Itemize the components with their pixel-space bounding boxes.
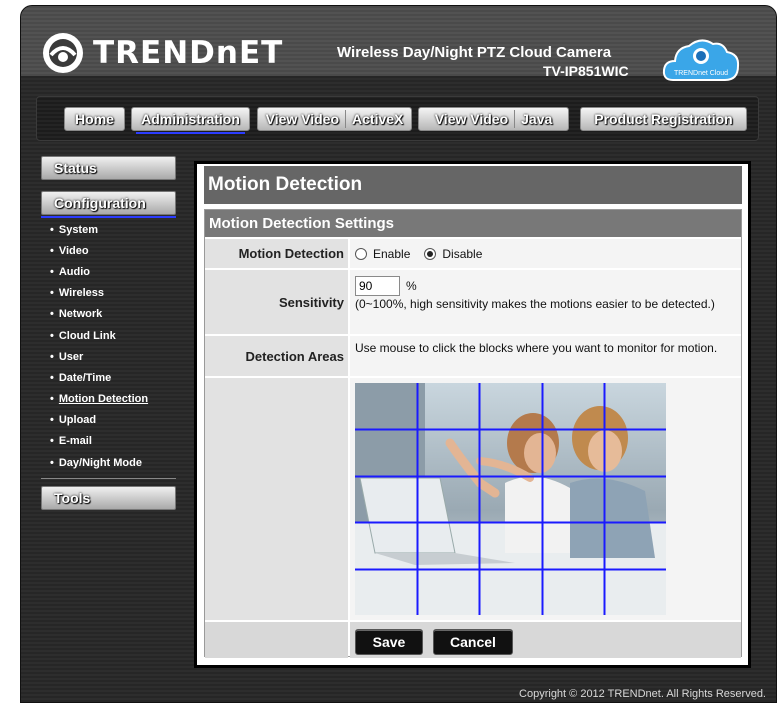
- camera-preview-image: [355, 383, 666, 615]
- nav-product-registration-button[interactable]: Product Registration: [580, 107, 747, 131]
- enable-label: Enable: [373, 246, 411, 261]
- cloud-badge-text: TRENDnet Cloud: [674, 70, 728, 77]
- sidebar-item-day-night-mode[interactable]: • Day/Night Mode: [41, 452, 176, 473]
- sidebar-configuration-label: Configuration: [54, 195, 146, 211]
- trendnet-logo: TRENDnET: [41, 30, 283, 76]
- sidebar-item-cloud-link[interactable]: • Cloud Link: [41, 325, 176, 346]
- sensitivity-unit: %: [406, 279, 417, 293]
- save-button[interactable]: Save: [355, 629, 423, 655]
- logo-wordmark: TRENDnET: [93, 35, 284, 71]
- motion-detection-label: Motion Detection: [205, 239, 348, 268]
- product-model: TV-IP851WIC: [543, 63, 629, 79]
- sensitivity-row: Sensitivity % (0~100%, high sensitivity …: [205, 269, 741, 334]
- motion-detection-grid[interactable]: [355, 383, 666, 615]
- sidebar-item-email[interactable]: • E-mail: [41, 431, 176, 452]
- active-tab-indicator: [136, 132, 245, 134]
- settings-heading: Motion Detection Settings: [205, 210, 741, 237]
- motion-detection-settings: Motion Detection Settings Motion Detecti…: [204, 209, 742, 658]
- content-panel: Motion Detection Motion Detection Settin…: [194, 161, 751, 668]
- sidebar-item-user[interactable]: • User: [41, 346, 176, 367]
- action-row: Save Cancel: [205, 621, 741, 658]
- sidebar-item-network[interactable]: • Network: [41, 304, 176, 325]
- cancel-label: Cancel: [450, 634, 496, 650]
- enable-radio[interactable]: Enable: [355, 247, 410, 261]
- product-title: Wireless Day/Night PTZ Cloud Camera: [337, 44, 612, 61]
- sidebar-item-video[interactable]: • Video: [41, 240, 176, 261]
- sidebar-item-system[interactable]: • System: [41, 219, 176, 240]
- nav-java-label: Java: [521, 111, 553, 127]
- trendnet-logo-icon: [43, 33, 83, 73]
- detection-areas-row: Detection Areas Use mouse to click the b…: [205, 335, 741, 376]
- sidebar-item-upload[interactable]: • Upload: [41, 410, 176, 431]
- sidebar-status-button[interactable]: Status: [41, 156, 176, 180]
- sidebar-tools-label: Tools: [54, 490, 91, 506]
- cancel-button[interactable]: Cancel: [433, 629, 513, 655]
- sidebar-item-motion-detection[interactable]: • Motion Detection: [41, 389, 176, 410]
- page-frame: TRENDnET Wireless Day/Night PTZ Cloud Ca…: [20, 5, 777, 703]
- nav-product-registration-label: Product Registration: [594, 111, 733, 127]
- motion-detection-row: Motion Detection Enable Disable: [205, 238, 741, 268]
- configuration-active-indicator: [41, 216, 176, 218]
- top-nav: Home Administration View Video ActiveX V…: [36, 96, 759, 141]
- nav-view-video-label: View Video: [434, 111, 509, 127]
- sidebar-tools-button[interactable]: Tools: [41, 486, 176, 510]
- nav-administration-button[interactable]: Administration: [131, 107, 250, 134]
- detection-areas-label: Detection Areas: [205, 336, 348, 376]
- action-row-label-cell: [205, 622, 348, 658]
- sensitivity-field: % (0~100%, high sensitivity makes the mo…: [350, 270, 741, 334]
- nav-administration-label: Administration: [141, 111, 240, 127]
- save-label: Save: [372, 634, 406, 650]
- copyright-text: Copyright © 2012 TRENDnet. All Rights Re…: [519, 688, 766, 700]
- cloud-badge-icon: TRENDnet Cloud: [662, 39, 740, 81]
- disable-radio-circle[interactable]: [424, 247, 437, 260]
- nav-view-video-activex-button[interactable]: View Video ActiveX: [257, 107, 412, 131]
- detection-grid-label-cell: [205, 378, 348, 620]
- detection-grid-row: [205, 377, 741, 620]
- sidebar-item-wireless[interactable]: • Wireless: [41, 283, 176, 304]
- sensitivity-label: Sensitivity: [205, 270, 348, 334]
- nav-view-video-java-button[interactable]: View Video Java: [418, 107, 569, 131]
- sidebar-status-label: Status: [54, 160, 97, 176]
- nav-activex-label: ActiveX: [352, 111, 404, 127]
- detection-areas-help: Use mouse to click the blocks where you …: [350, 336, 741, 376]
- sidebar-configuration-button[interactable]: Configuration: [41, 191, 176, 215]
- page-title: Motion Detection: [204, 166, 742, 204]
- sidebar-item-audio[interactable]: • Audio: [41, 261, 176, 282]
- nav-view-video-label: View Video: [265, 111, 340, 127]
- configuration-menu: • System • Video • Audio • Wireless • Network…: [41, 219, 176, 479]
- enable-radio-circle[interactable]: [355, 247, 367, 260]
- disable-label: Disable: [442, 246, 483, 261]
- nav-home-button[interactable]: Home: [64, 107, 125, 131]
- sensitivity-help: (0~100%, high sensitivity makes the moti…: [355, 297, 715, 311]
- sidebar-item-date-time[interactable]: • Date/Time: [41, 367, 176, 388]
- motion-detection-options: Enable Disable: [350, 239, 741, 268]
- sensitivity-input[interactable]: [355, 276, 400, 296]
- nav-home-label: Home: [75, 111, 114, 127]
- disable-radio[interactable]: Disable: [424, 247, 482, 261]
